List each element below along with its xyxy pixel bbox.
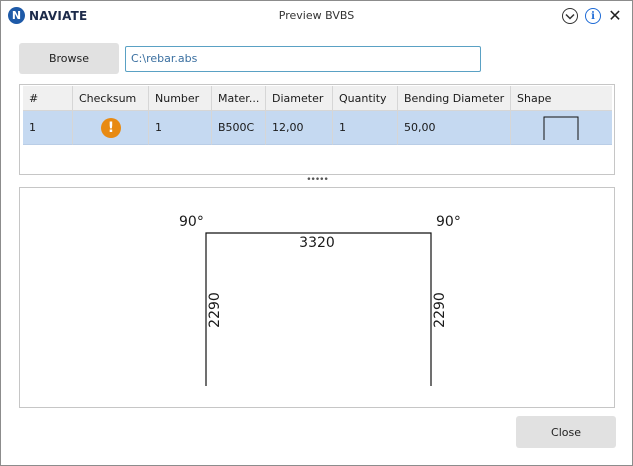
close-button[interactable]: Close — [516, 416, 616, 448]
top-length-label: 3320 — [299, 235, 335, 251]
cell-diameter: 12,00 — [266, 111, 333, 145]
column-header-number[interactable]: Number — [149, 86, 212, 111]
cell-quantity: 1 — [333, 111, 398, 145]
rebar-shape-drawing: 90° 90° 3320 2290 2290 — [179, 214, 461, 386]
left-leg-length-label: 2290 — [207, 292, 223, 328]
u-shape-icon — [543, 116, 579, 140]
chevron-down-icon[interactable] — [562, 8, 578, 24]
column-header-diameter[interactable]: Diameter — [266, 86, 333, 111]
left-angle-label: 90° — [179, 214, 204, 230]
title-bar[interactable]: N NAVIATE Preview BVBS i ✕ — [1, 1, 632, 31]
table-grid: # Checksum Number Mater... Diameter Quan… — [23, 86, 612, 145]
cell-index: 1 — [23, 111, 73, 145]
warning-icon: ! — [101, 117, 121, 138]
cell-checksum: ! — [73, 111, 149, 145]
table-header-row: # Checksum Number Mater... Diameter Quan… — [23, 86, 612, 111]
right-leg-length-label: 2290 — [432, 292, 448, 328]
info-icon[interactable]: i — [585, 8, 601, 24]
column-header-checksum[interactable]: Checksum — [73, 86, 149, 111]
close-icon[interactable]: ✕ — [605, 6, 625, 25]
preview-bvbs-window: N NAVIATE Preview BVBS i ✕ Browse C:\reb… — [0, 0, 633, 466]
browse-button[interactable]: Browse — [19, 43, 119, 74]
column-header-quantity[interactable]: Quantity — [333, 86, 398, 111]
bar-list-table: # Checksum Number Mater... Diameter Quan… — [19, 84, 615, 175]
file-path-field[interactable]: C:\rebar.abs — [125, 46, 481, 72]
column-header-index[interactable]: # — [23, 86, 73, 111]
table-row[interactable]: 1 ! 1 B500C 12,00 1 50,00 — [23, 111, 612, 145]
column-header-shape[interactable]: Shape — [511, 86, 612, 111]
column-header-material[interactable]: Mater... — [212, 86, 266, 111]
right-angle-label: 90° — [436, 214, 461, 230]
window-title: Preview BVBS — [278, 9, 355, 22]
cell-material: B500C — [212, 111, 266, 145]
shape-drawing-panel: 90° 90° 3320 2290 2290 — [19, 187, 615, 408]
cell-shape — [511, 111, 612, 145]
splitter-handle[interactable]: ••••• — [306, 176, 329, 185]
column-header-bending-diameter[interactable]: Bending Diameter — [398, 86, 511, 111]
cell-number: 1 — [149, 111, 212, 145]
rebar-shape-outline — [205, 232, 432, 386]
cell-bending-diameter: 50,00 — [398, 111, 511, 145]
